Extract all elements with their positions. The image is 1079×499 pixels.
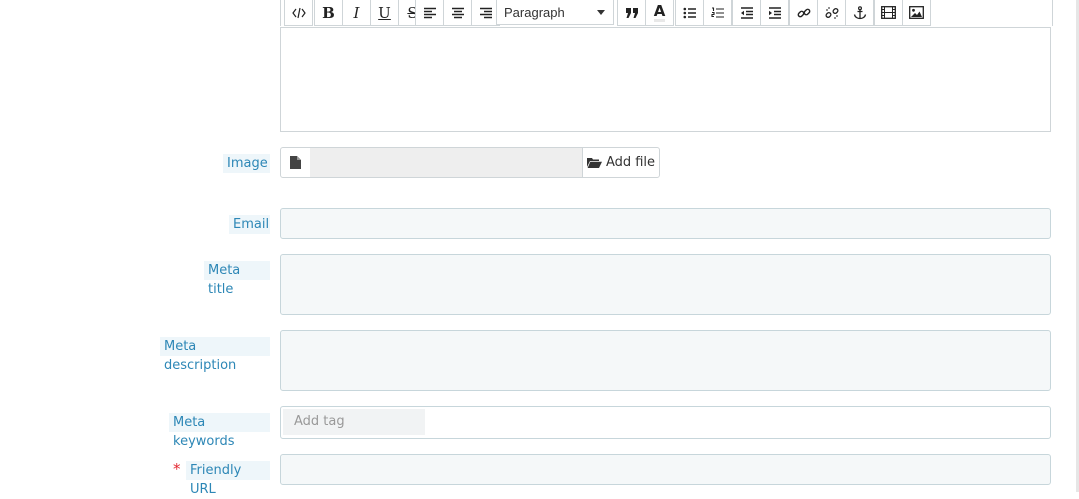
anchor-icon: [853, 5, 866, 19]
editor-toolbar: B I U S Paragraph A: [280, 0, 1053, 26]
align-left-icon: [423, 7, 436, 18]
underline-button[interactable]: U: [370, 0, 398, 25]
required-mark: *: [173, 460, 181, 478]
toolbar-group-align: [415, 0, 500, 26]
add-file-label: Add file: [605, 155, 656, 170]
toolbar-group-links: [789, 0, 846, 26]
anchor-button[interactable]: [846, 0, 873, 25]
blockquote-icon: [625, 7, 638, 18]
italic-button[interactable]: I: [342, 0, 370, 25]
unlink-icon: [824, 6, 839, 19]
insert-link-button[interactable]: [790, 0, 817, 25]
meta-keywords-field[interactable]: Add tag: [280, 406, 1051, 439]
toolbar-group-media: [874, 0, 931, 26]
text-color-icon: A: [653, 1, 666, 22]
email-field[interactable]: [280, 208, 1051, 239]
bullet-list-button[interactable]: [676, 0, 703, 25]
add-file-button[interactable]: Add file: [582, 147, 660, 178]
friendly-url-field[interactable]: [280, 454, 1051, 485]
image-icon: [909, 6, 924, 19]
meta-title-field[interactable]: [280, 254, 1051, 315]
file-icon: [290, 156, 301, 169]
insert-image-button[interactable]: [902, 0, 930, 25]
toolbar-group-anchor: [845, 0, 874, 26]
align-left-button[interactable]: [416, 0, 443, 25]
bullet-list-icon: [683, 7, 696, 18]
code-icon: [291, 7, 306, 18]
meta-description-label: Meta description: [160, 337, 270, 373]
align-center-icon: [451, 7, 464, 18]
email-label: Email: [229, 215, 270, 234]
file-icon-box: [280, 147, 311, 178]
toolbar-group-quote: A: [617, 0, 674, 26]
folder-open-icon: [586, 158, 602, 168]
chevron-down-icon: [597, 10, 605, 15]
meta-description-field[interactable]: [280, 330, 1051, 391]
film-icon: [881, 6, 896, 19]
numbered-list-icon: [710, 6, 724, 18]
indent-button[interactable]: [760, 0, 788, 25]
format-select[interactable]: Paragraph: [496, 0, 614, 25]
toolbar-group-source: [284, 0, 313, 26]
insert-video-button[interactable]: [875, 0, 902, 25]
indent-icon: [768, 6, 781, 19]
image-file-name[interactable]: [310, 147, 583, 178]
numbered-list-button[interactable]: [703, 0, 731, 25]
align-right-button[interactable]: [471, 0, 499, 25]
toolbar-group-indent: [732, 0, 789, 26]
bold-button[interactable]: B: [315, 0, 342, 25]
format-select-value: Paragraph: [504, 4, 565, 20]
align-right-icon: [479, 7, 492, 18]
source-code-button[interactable]: [285, 0, 312, 25]
add-tag-input[interactable]: Add tag: [283, 409, 425, 435]
blockquote-button[interactable]: [618, 0, 645, 25]
editor-content-area[interactable]: [280, 27, 1051, 132]
align-center-button[interactable]: [443, 0, 471, 25]
toolbar-group-text-style: B I U S: [314, 0, 427, 26]
outdent-button[interactable]: [733, 0, 760, 25]
toolbar-group-lists: [675, 0, 732, 26]
link-icon: [797, 8, 810, 17]
text-color-button[interactable]: A: [645, 0, 673, 25]
friendly-url-label: Friendly URL: [186, 461, 270, 497]
unlink-button[interactable]: [817, 0, 845, 25]
meta-keywords-label: Meta keywords: [169, 413, 270, 449]
outdent-icon: [740, 6, 753, 19]
image-label: Image: [223, 154, 270, 173]
meta-title-label: Meta title: [204, 261, 270, 297]
